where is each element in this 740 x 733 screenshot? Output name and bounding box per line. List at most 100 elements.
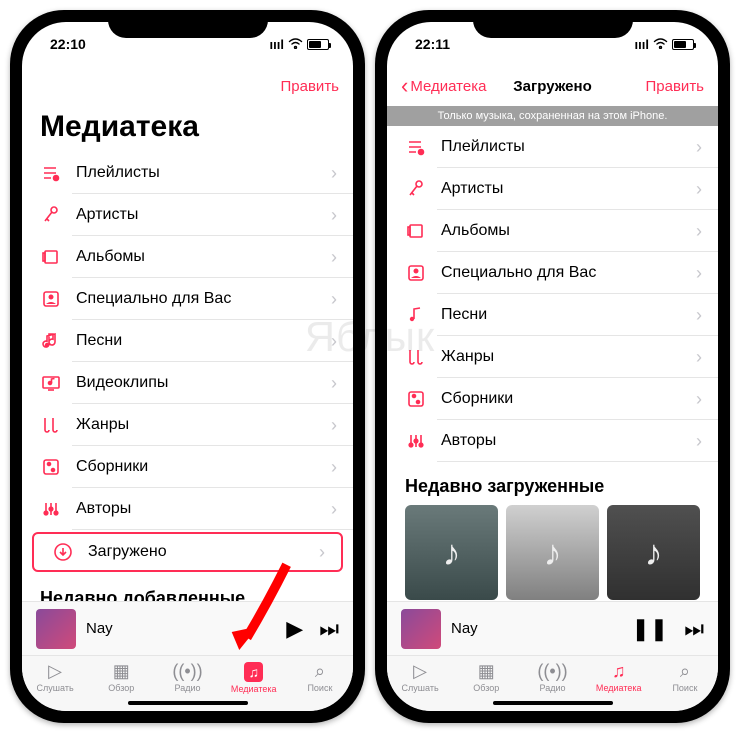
row-composers[interactable]: Авторы › (22, 488, 353, 530)
album-icon (405, 220, 427, 242)
phone-frame-left: 22:10 ıııl Править Медиатека Плейлисты (10, 10, 365, 723)
compilation-icon (405, 388, 427, 410)
tab-browse[interactable]: ▦Обзор (88, 656, 154, 699)
wifi-icon (653, 37, 668, 52)
library-icon: ♫ (244, 662, 263, 682)
home-indicator (493, 701, 613, 705)
battery-icon (307, 39, 329, 50)
composer-icon (405, 430, 427, 452)
playlist-icon (40, 162, 62, 184)
row-genres[interactable]: Жанры › (22, 404, 353, 446)
chevron-right-icon: › (319, 542, 325, 563)
chevron-right-icon: › (331, 457, 337, 478)
radio-icon: ((•)) (177, 663, 199, 681)
grid-icon: ▦ (475, 663, 497, 681)
chevron-right-icon: › (331, 373, 337, 394)
tab-library[interactable]: ♫ Медиатека (221, 656, 287, 699)
forward-button[interactable]: ⏭ (684, 616, 704, 642)
edit-button[interactable]: Править (281, 78, 340, 95)
row-label: Авторы (76, 500, 331, 518)
section-recently-added: Недавно добавленные (22, 574, 353, 601)
now-playing-bar[interactable]: Nay ▶ ⏭ (22, 601, 353, 655)
play-button[interactable]: ▶ (286, 616, 303, 642)
row-songs[interactable]: Песни › (387, 294, 718, 336)
row-compilations[interactable]: Сборники › (22, 446, 353, 488)
chevron-right-icon: › (696, 431, 702, 452)
chevron-right-icon: › (331, 205, 337, 226)
tab-label: Медиатека (596, 683, 642, 693)
now-playing-artwork (401, 609, 441, 649)
album-thumb[interactable]: ♪ (607, 505, 700, 600)
signal-icon: ıııl (635, 37, 649, 52)
row-playlists[interactable]: Плейлисты › (387, 126, 718, 168)
row-label: Песни (76, 332, 331, 350)
tab-radio[interactable]: ((•)) Радио (154, 656, 220, 699)
row-label: Песни (441, 306, 696, 324)
notch (108, 10, 268, 38)
microphone-icon (40, 204, 62, 226)
tab-listen[interactable]: ▷Слушать (387, 656, 453, 699)
row-label: Видеоклипы (76, 374, 331, 392)
chevron-right-icon: › (696, 221, 702, 242)
row-playlists[interactable]: Плейлисты › (22, 152, 353, 194)
phone-frame-right: 22:11 ıııl ‹Медиатека Загружено Править … (375, 10, 730, 723)
row-made-for-you[interactable]: Специально для Вас › (387, 252, 718, 294)
row-label: Загружено (88, 543, 319, 561)
music-note-icon (405, 304, 427, 326)
edit-button[interactable]: Править (646, 78, 705, 95)
tab-label: Обзор (473, 683, 499, 693)
album-thumbnails: ♪ ♪ ♪ (387, 505, 718, 600)
row-songs[interactable]: Песни › (22, 320, 353, 362)
forward-button[interactable]: ⏭ (319, 616, 339, 642)
row-label: Альбомы (441, 222, 696, 240)
album-thumb[interactable]: ♪ (405, 505, 498, 600)
now-playing-title: Nay (86, 620, 270, 637)
tab-label: Радио (175, 683, 201, 693)
composer-icon (40, 498, 62, 520)
chevron-right-icon: › (331, 499, 337, 520)
tab-browse[interactable]: ▦ Обзор (453, 656, 519, 699)
row-videoclips[interactable]: Видеоклипы › (22, 362, 353, 404)
section-recently-downloaded: Недавно загруженные (387, 462, 718, 505)
library-list[interactable]: Плейлисты › Артисты › Альбомы › Специаль… (22, 152, 353, 601)
music-note-icon (40, 330, 62, 352)
status-indicators: ıııl (270, 37, 329, 52)
status-indicators: ıııl (635, 37, 694, 52)
tab-listen[interactable]: ▷Слушать (22, 656, 88, 699)
navbar: Править (22, 66, 353, 106)
back-button[interactable]: ‹Медиатека (401, 73, 486, 99)
tab-search[interactable]: ⌕Поиск (287, 656, 353, 699)
row-label: Артисты (441, 180, 696, 198)
tab-label: Медиатека (231, 684, 277, 694)
row-genres[interactable]: Жанры › (387, 336, 718, 378)
chevron-right-icon: › (331, 289, 337, 310)
tab-radio[interactable]: ((•))Радио (519, 656, 585, 699)
tab-library[interactable]: ♫Медиатека (586, 656, 652, 699)
tab-search[interactable]: ⌕Поиск (652, 656, 718, 699)
info-banner: Только музыка, сохраненная на этом iPhon… (387, 106, 718, 126)
album-thumb[interactable]: ♪ (506, 505, 599, 600)
row-composers[interactable]: Авторы › (387, 420, 718, 462)
chevron-right-icon: › (331, 331, 337, 352)
row-albums[interactable]: Альбомы › (22, 236, 353, 278)
downloaded-list[interactable]: Плейлисты › Артисты › Альбомы › Специаль… (387, 126, 718, 601)
chevron-right-icon: › (696, 137, 702, 158)
row-artists[interactable]: Артисты › (387, 168, 718, 210)
row-albums[interactable]: Альбомы › (387, 210, 718, 252)
row-label: Жанры (76, 416, 331, 434)
page-title: Медиатека (22, 106, 353, 152)
row-made-for-you[interactable]: Специально для Вас › (22, 278, 353, 320)
play-circle-icon: ▷ (409, 663, 431, 681)
guitar-icon (405, 346, 427, 368)
row-label: Специально для Вас (76, 290, 331, 308)
screen-right: 22:11 ıııl ‹Медиатека Загружено Править … (387, 22, 718, 711)
row-label: Плейлисты (76, 164, 331, 182)
row-downloaded[interactable]: Загружено › (32, 532, 343, 572)
row-compilations[interactable]: Сборники › (387, 378, 718, 420)
signal-icon: ıııl (270, 37, 284, 52)
pause-button[interactable]: ❚❚ (631, 616, 668, 642)
row-label: Специально для Вас (441, 264, 696, 282)
row-artists[interactable]: Артисты › (22, 194, 353, 236)
row-label: Жанры (441, 348, 696, 366)
now-playing-bar[interactable]: Nay ❚❚ ⏭ (387, 601, 718, 655)
